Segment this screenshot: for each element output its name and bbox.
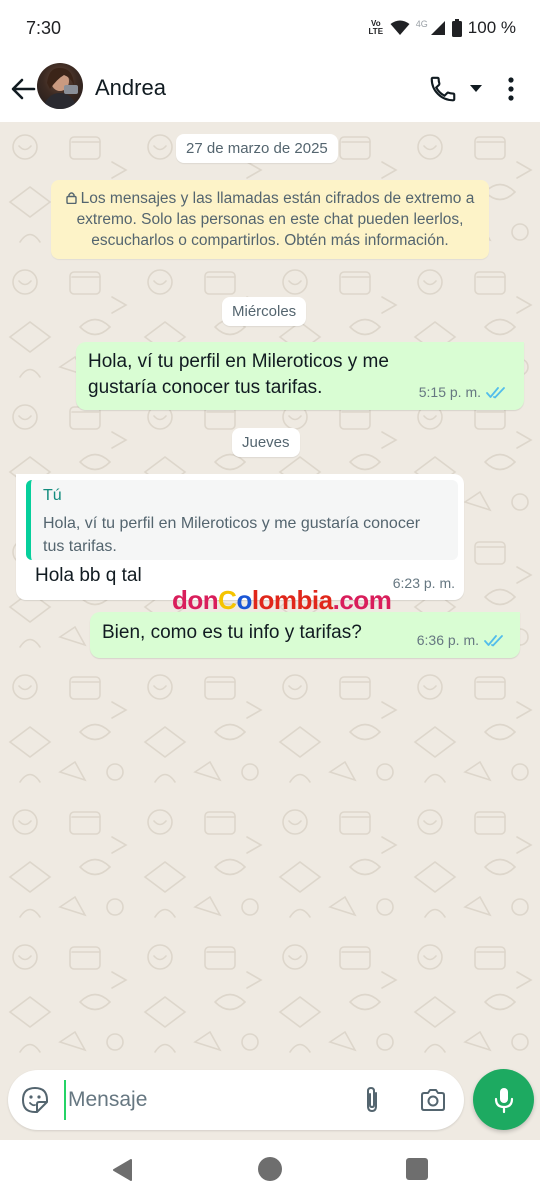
attach-button[interactable] — [358, 1085, 386, 1115]
status-bar: 7:30 Vo LTE 4G 100 % — [0, 0, 540, 58]
battery-icon — [451, 19, 462, 37]
call-options-button[interactable] — [468, 82, 484, 94]
message-text: Bien, como es tu info y tarifas? — [102, 622, 362, 643]
paperclip-icon — [367, 1086, 377, 1113]
quoted-message-author: Tú — [43, 487, 62, 504]
network-type-label: 4G — [415, 19, 428, 29]
camera-icon — [421, 1089, 445, 1111]
message-meta: 6:23 p. m. — [393, 575, 455, 591]
back-button[interactable] — [8, 72, 38, 106]
watermark-part: o — [236, 585, 252, 615]
message-text: Hola, ví tu perfil en Mileroticos y me g… — [88, 351, 389, 398]
voice-message-button[interactable] — [473, 1069, 534, 1130]
camera-button[interactable] — [418, 1085, 448, 1115]
message-text: Hola bb q tal — [35, 565, 142, 586]
message-time: 6:36 p. m. — [416, 632, 479, 648]
nav-recents-button[interactable] — [406, 1158, 428, 1180]
chat-area[interactable]: 27 de marzo de 2025 Los mensajes y las l… — [0, 122, 540, 1070]
encryption-notice-text: Los mensajes y las llamadas están cifrad… — [76, 190, 475, 249]
microphone-icon — [494, 1087, 513, 1113]
phone-icon — [430, 76, 456, 102]
nav-back-button[interactable] — [110, 1157, 136, 1183]
message-meta: 5:15 p. m. — [419, 384, 506, 400]
system-navigation-bar — [0, 1140, 540, 1200]
watermark-part: .com — [332, 585, 392, 615]
avatar-image — [43, 67, 78, 109]
caret-down-icon — [470, 85, 482, 92]
message-bubble-outgoing[interactable]: Hola, ví tu perfil en Mileroticos y me g… — [76, 342, 524, 410]
quoted-message-text: Hola, ví tu perfil en Mileroticos y me g… — [43, 515, 421, 555]
sticker-button[interactable] — [20, 1085, 50, 1115]
cell-signal-icon — [430, 21, 445, 35]
nav-home-button[interactable] — [258, 1157, 282, 1181]
chat-header: Andrea — [0, 58, 540, 122]
volte-indicator: Vo LTE — [368, 19, 384, 36]
double-check-icon — [484, 634, 503, 646]
message-bubble-outgoing[interactable]: Bien, como es tu info y tarifas? 6:36 p.… — [90, 612, 520, 658]
quoted-message[interactable]: Tú Hola, ví tu perfil en Mileroticos y m… — [26, 480, 458, 560]
watermark-part: lombia — [251, 585, 333, 615]
status-icons: Vo LTE 4G 100 % — [368, 18, 516, 38]
encryption-notice[interactable]: Los mensajes y las llamadas están cifrad… — [51, 180, 489, 259]
message-time: 5:15 p. m. — [418, 384, 481, 400]
message-meta: 6:36 p. m. — [417, 632, 504, 648]
avatar[interactable] — [37, 63, 83, 109]
watermark-part: C — [218, 585, 237, 615]
watermark-part: don — [172, 585, 219, 615]
message-time: 6:23 p. m. — [392, 575, 455, 591]
date-separator: 27 de marzo de 2025 — [176, 134, 338, 163]
battery-percent: 100 % — [467, 18, 516, 37]
message-input[interactable] — [64, 1080, 344, 1120]
lock-icon — [65, 192, 77, 204]
day-separator-thursday: Jueves — [232, 428, 300, 457]
sticker-icon — [22, 1087, 48, 1113]
triangle-back-icon — [113, 1159, 132, 1181]
message-bubble-incoming[interactable]: Tú Hola, ví tu perfil en Mileroticos y m… — [16, 474, 464, 600]
contact-name[interactable]: Andrea — [95, 75, 166, 101]
message-composer — [8, 1070, 464, 1130]
arrow-left-icon — [11, 78, 36, 100]
day-separator-wednesday: Miércoles — [222, 297, 307, 326]
status-time: 7:30 — [26, 18, 62, 38]
more-options-button[interactable] — [500, 74, 522, 104]
double-check-icon — [486, 386, 505, 398]
wifi-icon — [390, 20, 410, 35]
voice-call-button[interactable] — [428, 74, 458, 104]
more-vertical-icon — [508, 77, 514, 101]
